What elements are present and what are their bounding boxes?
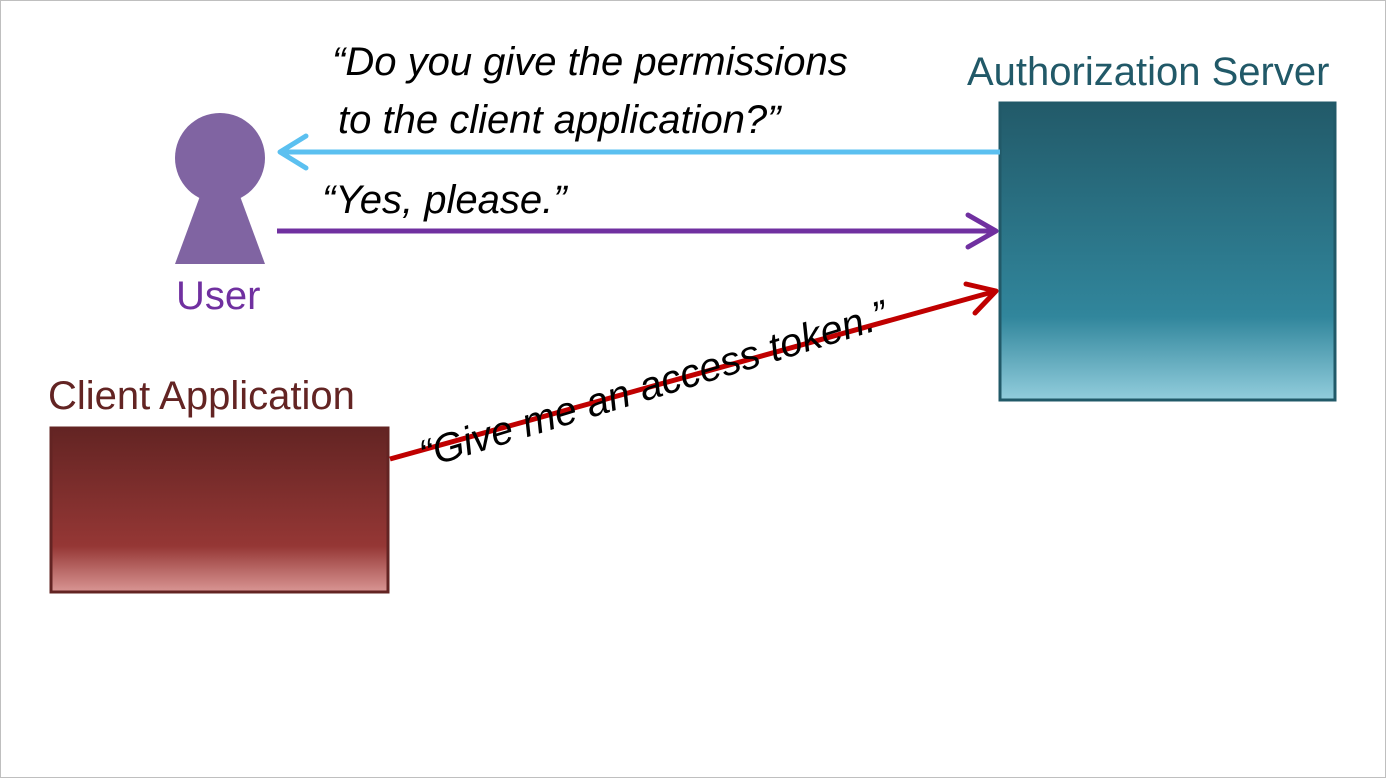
auth-server-box [998,101,1337,402]
keyhole-person-icon [175,113,265,264]
consent-question-line1: “Do you give the permissions [332,40,848,84]
client-app-label: Client Application [48,374,355,418]
diagram-canvas: Authorization Server User Client Applica… [0,0,1386,778]
auth-server-label: Authorization Server [967,50,1330,94]
consent-question-line2: to the client application?” [338,98,781,142]
consent-answer-text: “Yes, please.” [322,178,567,222]
client-app-box [49,426,390,594]
user-label: User [176,274,261,318]
